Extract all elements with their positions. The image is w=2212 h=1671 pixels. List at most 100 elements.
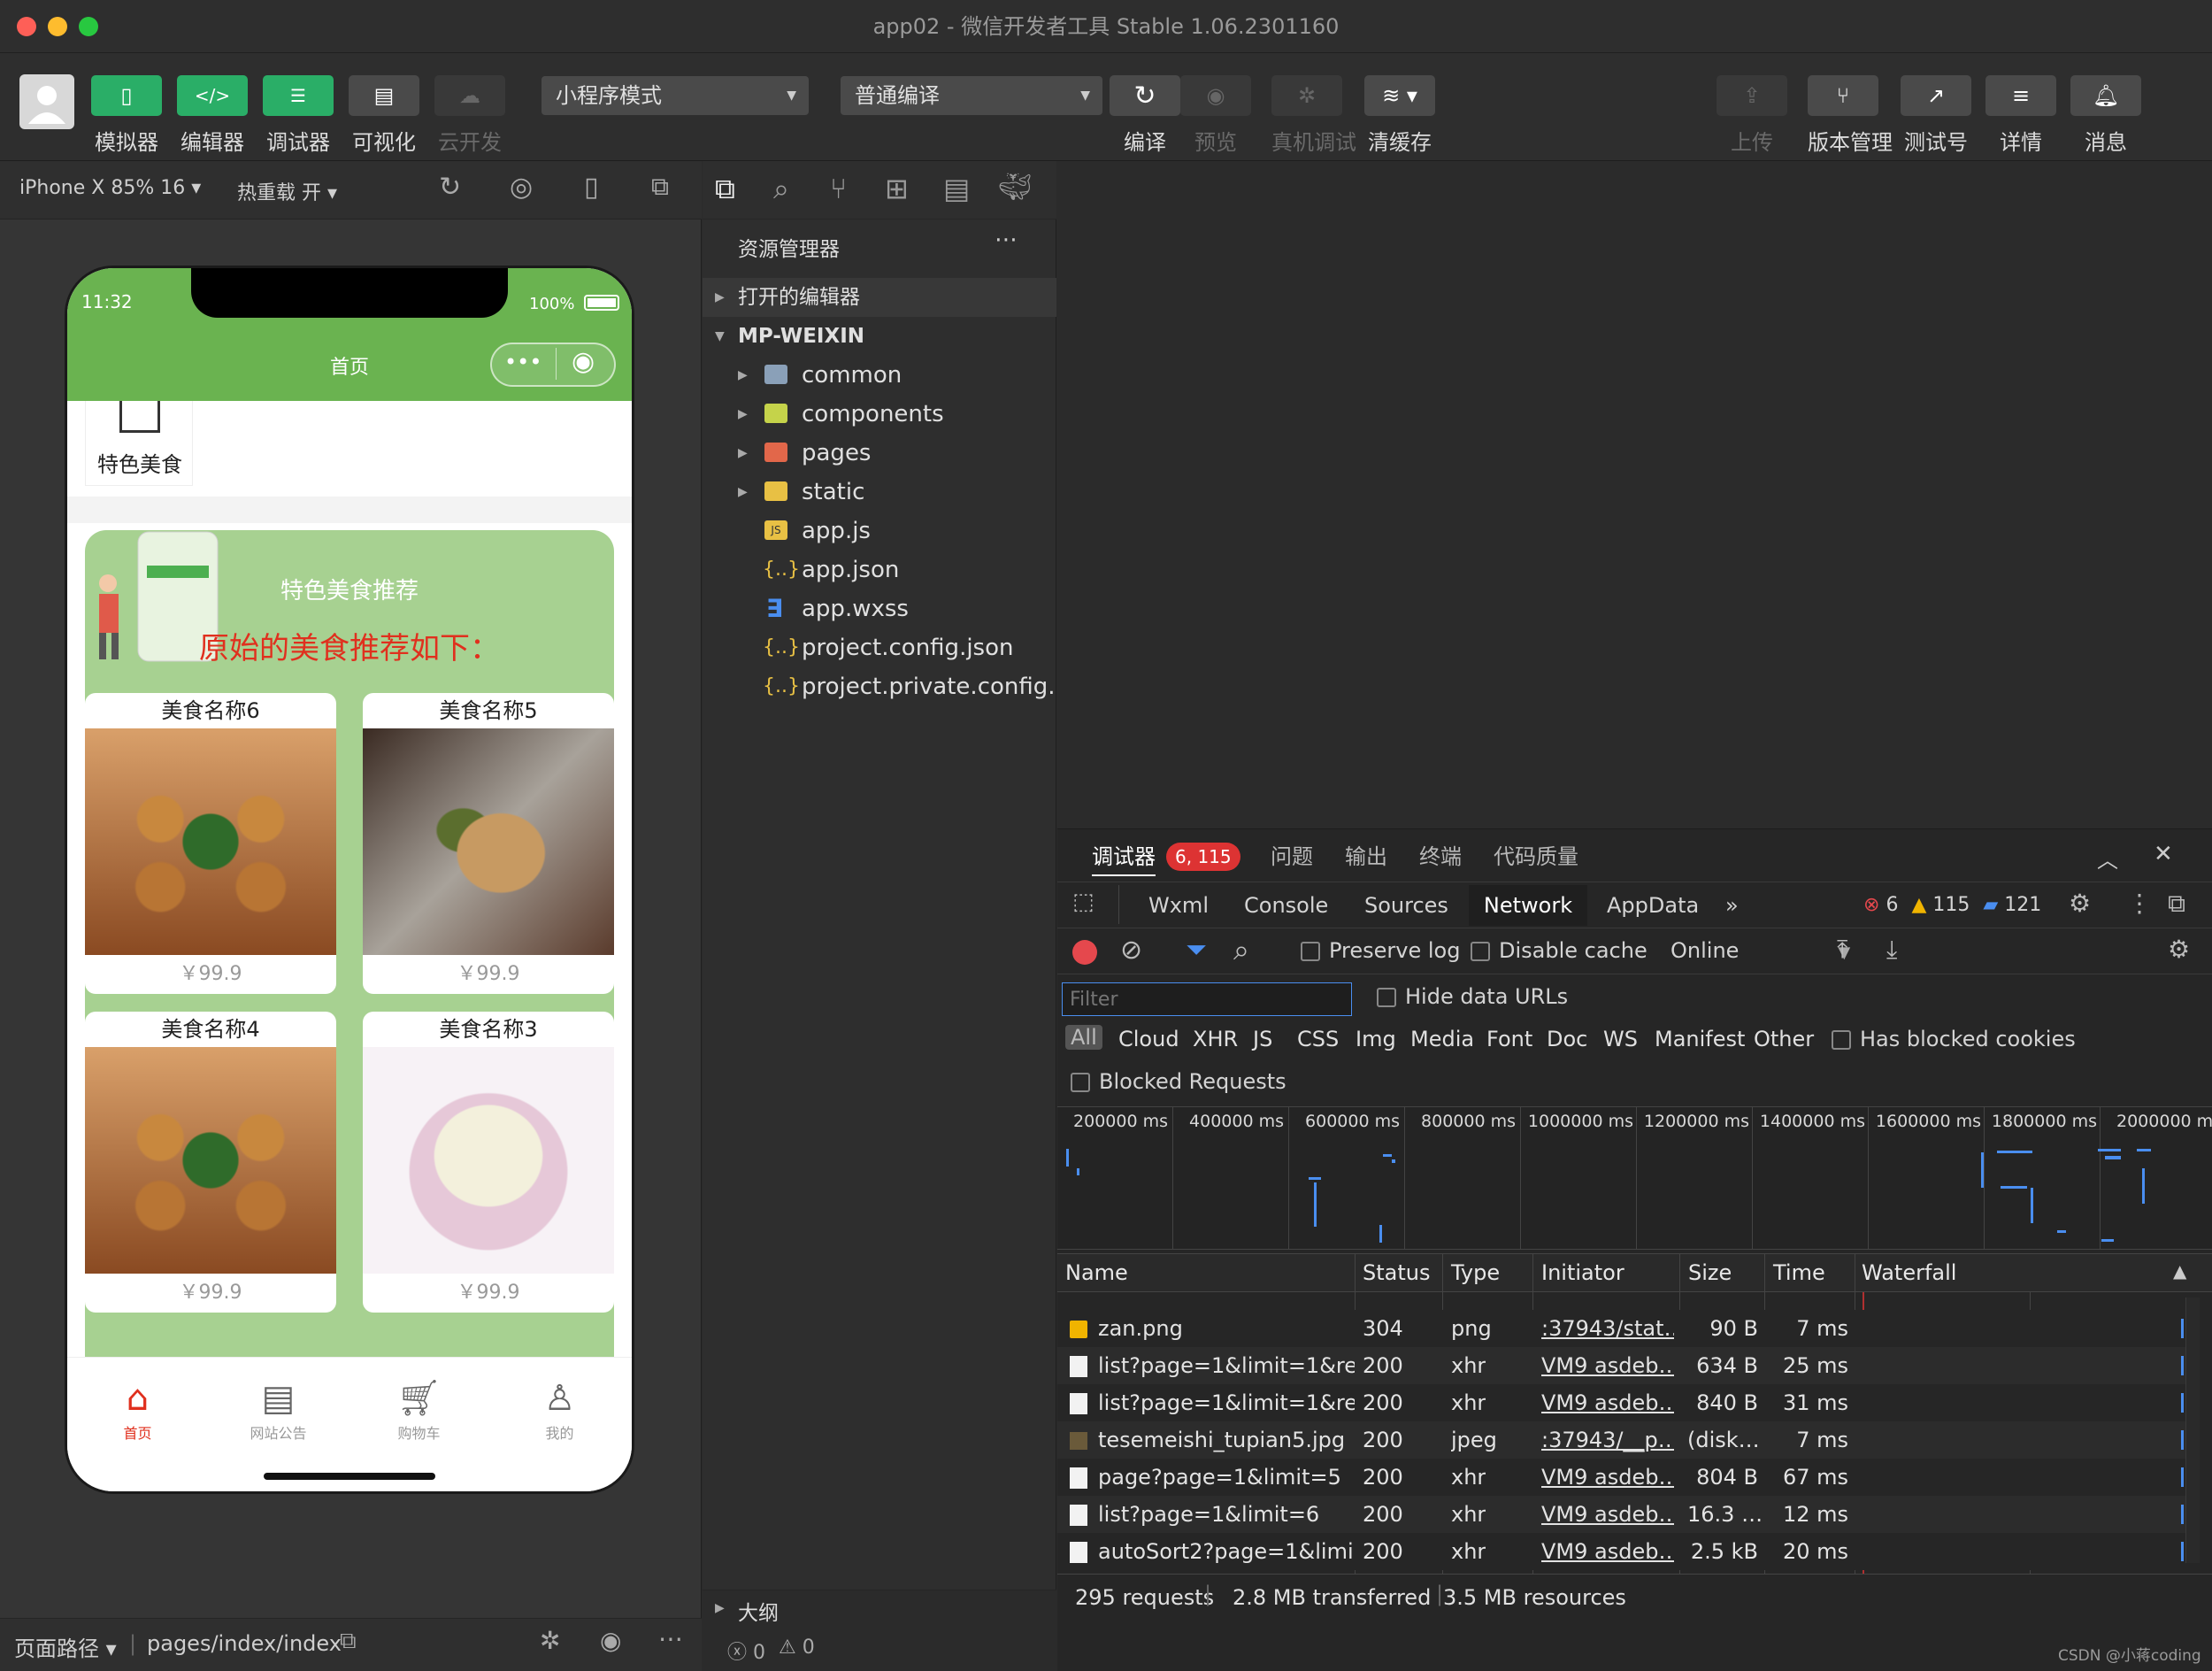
settings-icon[interactable]: ⚙	[2069, 889, 2091, 918]
eye-icon[interactable]: ◉	[600, 1626, 621, 1655]
upload-icon[interactable]: ⤒	[1837, 935, 1847, 965]
filter-xhr[interactable]: XHR	[1193, 1027, 1238, 1051]
file-app-wxss[interactable]: ∃ app.wxss	[703, 589, 1056, 628]
table-row[interactable]: zan.png 304 png :37943/stat… 90 B 7 ms	[1057, 1310, 2187, 1347]
preserve-log-checkbox[interactable]: Preserve log	[1301, 938, 1460, 963]
filter-img[interactable]: Img	[1356, 1027, 1396, 1051]
column-time[interactable]: Time	[1773, 1253, 1825, 1292]
close-miniprogram-icon[interactable]: ◉	[572, 346, 595, 377]
clear-cache-button[interactable]: ≋ ▾ 清缓存	[1364, 75, 1435, 156]
column-status[interactable]: Status	[1363, 1253, 1430, 1292]
folder-common[interactable]: ▶ common	[703, 356, 1056, 395]
settings-icon[interactable]: ⚙	[2168, 935, 2190, 964]
device-select[interactable]: iPhone X 85% 16 ▾	[19, 177, 201, 199]
tab-debugger[interactable]: 调试器	[1092, 837, 1156, 876]
clear-icon[interactable]: ⊘	[1120, 935, 1142, 966]
tab-network[interactable]: Network	[1469, 885, 1587, 926]
filter-input[interactable]	[1062, 982, 1352, 1016]
table-row[interactable]: list?page=1&limit=6 200 xhr VM9 asdeb… 1…	[1057, 1496, 2187, 1533]
tab-appdata[interactable]: AppData	[1607, 885, 1699, 926]
page-path-select[interactable]: 页面路径 ▾	[14, 1631, 117, 1662]
extensions-icon[interactable]: ⊞	[885, 172, 909, 205]
files-icon[interactable]: ⧉	[715, 172, 735, 206]
mode-select[interactable]: 小程序模式 ▼	[541, 76, 809, 115]
debugger-button[interactable]: ☰ 调试器	[263, 75, 334, 156]
column-waterfall[interactable]: Waterfall	[1862, 1253, 1956, 1292]
file-project-private-config[interactable]: {..} project.private.config...	[703, 667, 1056, 706]
record-button[interactable]	[1072, 940, 1097, 965]
dock-icon[interactable]: ⧉	[2168, 889, 2185, 919]
tab-mine[interactable]: ♙ 我的	[489, 1375, 630, 1443]
tab-output[interactable]: 输出	[1345, 837, 1387, 876]
more-tabs-icon[interactable]: »	[1725, 885, 1739, 926]
folder-static[interactable]: ▶ static	[703, 473, 1056, 512]
more-actions-icon[interactable]: ⋯	[995, 227, 1018, 253]
tab-notice[interactable]: ▤ 网站公告	[208, 1375, 349, 1443]
filter-font[interactable]: Font	[1486, 1027, 1532, 1051]
food-card[interactable]: 美食名称3 ￥99.9	[363, 1012, 614, 1313]
category-item[interactable]: 特色美食	[85, 401, 193, 486]
tab-sources[interactable]: Sources	[1364, 885, 1448, 926]
test-account-button[interactable]: ↗ 测试号	[1901, 75, 1971, 156]
folder-components[interactable]: ▶ components	[703, 395, 1056, 434]
visual-button[interactable]: ▤ 可视化	[349, 75, 419, 156]
kebab-menu-icon[interactable]: ⋮	[2127, 889, 2152, 918]
copy-icon[interactable]: ⧉	[340, 1628, 357, 1655]
messages-button[interactable]: 🔔︎ 消息	[2070, 75, 2141, 156]
filter-other[interactable]: Other	[1754, 1027, 1814, 1051]
hide-data-urls-checkbox[interactable]: Hide data URLs	[1377, 984, 1568, 1009]
food-card[interactable]: 美食名称6 ￥99.9	[85, 693, 336, 994]
food-card[interactable]: 美食名称4 ￥99.9	[85, 1012, 336, 1313]
hot-reload-toggle[interactable]: 热重载 开 ▾	[237, 177, 337, 205]
upload-button[interactable]: ⇪ 上传	[1717, 75, 1787, 156]
sort-asc-icon[interactable]: ▲	[2173, 1260, 2186, 1282]
file-app-json[interactable]: {..} app.json	[703, 551, 1056, 589]
capsule-menu[interactable]: ••• ◉	[490, 343, 616, 387]
compile-button[interactable]: ↻ 编译	[1110, 75, 1180, 156]
chevron-up-icon[interactable]: ︿	[2097, 843, 2118, 874]
simulator-button[interactable]: ▯ 模拟器	[91, 75, 162, 156]
tab-wxml[interactable]: Wxml	[1148, 885, 1209, 926]
column-type[interactable]: Type	[1451, 1253, 1500, 1292]
filter-all[interactable]: All	[1065, 1025, 1102, 1050]
project-section[interactable]: ▼ MP-WEIXIN	[703, 317, 1056, 356]
inspect-element-icon[interactable]: ⬚	[1072, 889, 1094, 915]
table-row[interactable]: tesemeishi_tupian5.jpg 200 jpeg :37943/_…	[1057, 1421, 2187, 1459]
table-row[interactable]: list?page=1&limit=1&re… 200 xhr VM9 asde…	[1057, 1347, 2187, 1384]
compile-mode-select[interactable]: 普通编译 ▼	[841, 76, 1102, 115]
tab-terminal[interactable]: 终端	[1419, 837, 1462, 876]
column-name[interactable]: Name	[1065, 1253, 1128, 1292]
editor-button[interactable]: </> 编辑器	[177, 75, 248, 156]
cloud-dev-button[interactable]: ☁ 云开发	[434, 75, 505, 156]
details-button[interactable]: ≡ 详情	[1985, 75, 2056, 156]
stop-icon[interactable]: ◎	[510, 172, 533, 203]
preview-button[interactable]: ◉ 预览	[1180, 75, 1251, 156]
console-counts[interactable]: ⊗ 6 ▲ 115 ▰ 121	[1863, 885, 2041, 926]
file-app-js[interactable]: JS app.js	[703, 512, 1056, 551]
avatar[interactable]	[19, 74, 74, 129]
more-dots-icon[interactable]: •••	[504, 350, 541, 374]
filter-manifest[interactable]: Manifest	[1655, 1027, 1745, 1051]
git-branch-icon[interactable]: ⑂	[830, 172, 847, 205]
tab-console[interactable]: Console	[1244, 885, 1328, 926]
disable-cache-checkbox[interactable]: Disable cache	[1471, 938, 1647, 963]
tab-issues[interactable]: 问题	[1271, 837, 1313, 876]
tab-cart[interactable]: 🛒︎ 购物车	[349, 1375, 489, 1443]
open-editors-section[interactable]: ▶ 打开的编辑器	[703, 278, 1056, 317]
table-row[interactable]: page?page=1&limit=5 200 xhr VM9 asdeb… 8…	[1057, 1459, 2187, 1496]
filter-cloud[interactable]: Cloud	[1118, 1027, 1179, 1051]
throttle-select[interactable]: Online ▼	[1671, 938, 1850, 963]
download-icon[interactable]: ⤓	[1886, 935, 1897, 965]
column-size[interactable]: Size	[1688, 1253, 1732, 1292]
more-icon[interactable]: ⋯	[658, 1624, 683, 1653]
table-scrollbar[interactable]	[2185, 1298, 2200, 1563]
layout-icon[interactable]: ▤	[943, 172, 970, 205]
popout-icon[interactable]: ⧉	[651, 172, 669, 202]
filter-js[interactable]: JS	[1253, 1027, 1272, 1051]
table-row[interactable]: autoSort2?page=1&limi… 200 xhr VM9 asdeb…	[1057, 1533, 2187, 1570]
outline-section[interactable]: 大纲	[738, 1596, 779, 1626]
version-control-button[interactable]: ⑂ 版本管理	[1808, 75, 1893, 156]
bug-icon[interactable]: ✲	[540, 1626, 560, 1655]
phone-icon[interactable]: ▯	[584, 172, 599, 203]
food-card[interactable]: 美食名称5 ￥99.9	[363, 693, 614, 994]
